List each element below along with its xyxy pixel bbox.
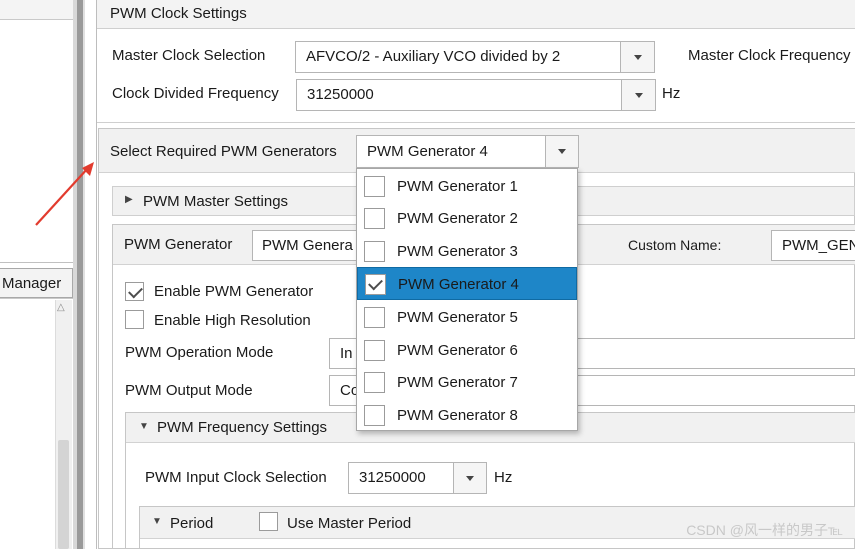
option-checkbox[interactable] (364, 176, 385, 197)
option-checkbox[interactable] (364, 208, 385, 229)
input-clock-value: 31250000 (359, 469, 426, 486)
option-label: PWM Generator 3 (397, 243, 518, 260)
custom-name-label: Custom Name: (628, 237, 722, 253)
input-clock-label: PWM Input Clock Selection (145, 469, 327, 486)
watermark: CSDN @风一样的男子℡ (686, 522, 843, 538)
chevron-down-icon (634, 55, 642, 60)
dropdown-option[interactable]: PWM Generator 3 (357, 235, 577, 268)
enable-generator-label: Enable PWM Generator (154, 283, 314, 300)
dropdown-option[interactable]: PWM Generator 5 (357, 301, 577, 334)
custom-name-input[interactable]: PWM_GEN (771, 230, 855, 261)
chevron-right-icon: ▶ (125, 194, 133, 205)
clock-group-bottom-border (97, 122, 855, 123)
generator-value: PWM Genera (262, 237, 353, 254)
select-generators-label: Select Required PWM Generators (110, 143, 337, 160)
option-label: PWM Generator 2 (397, 210, 518, 227)
custom-name-value: PWM_GEN (782, 237, 855, 254)
dropdown-option[interactable]: PWM Generator 7 (357, 366, 577, 399)
master-clock-combo[interactable]: AFVCO/2 - Auxiliary VCO divided by 2 (295, 41, 655, 73)
option-label: PWM Generator 1 (397, 178, 518, 195)
dropdown-option[interactable]: PWM Generator 2 (357, 202, 577, 235)
input-clock-dropdown-button[interactable] (453, 463, 486, 493)
generators-dropdown-list: PWM Generator 1 PWM Generator 2 PWM Genera… (356, 168, 578, 431)
option-checkbox[interactable] (364, 307, 385, 328)
option-label: PWM Generator 6 (397, 342, 518, 359)
checkmark-icon (368, 275, 383, 291)
select-generators-dropdown-button[interactable] (545, 136, 578, 167)
option-checkbox[interactable] (364, 241, 385, 262)
checkmark-icon (128, 283, 143, 299)
option-label: PWM Generator 5 (397, 309, 518, 326)
manager-tab[interactable]: Manager (0, 268, 73, 298)
master-clock-value: AFVCO/2 - Auxiliary VCO divided by 2 (306, 48, 561, 65)
generator-combo[interactable]: PWM Genera (252, 230, 362, 261)
option-checkbox[interactable] (364, 405, 385, 426)
use-master-period-label: Use Master Period (287, 515, 412, 532)
option-label: PWM Generator 7 (397, 374, 518, 391)
option-checkbox[interactable] (365, 274, 386, 295)
arrow-shaft (35, 167, 89, 226)
generator-label: PWM Generator (124, 236, 233, 253)
manager-tab-label: Manager (2, 275, 62, 292)
input-clock-unit: Hz (494, 469, 513, 486)
enable-generator-checkbox[interactable] (125, 282, 144, 301)
option-checkbox[interactable] (364, 340, 385, 361)
chevron-down-icon (635, 93, 643, 98)
frequency-settings-title: PWM Frequency Settings (157, 419, 328, 436)
clock-divided-label: Clock Divided Frequency (112, 85, 279, 102)
clock-settings-title: PWM Clock Settings (110, 5, 247, 22)
option-label: PWM Generator 8 (397, 407, 518, 424)
output-mode-label: PWM Output Mode (125, 382, 253, 399)
left-top-scrollbar[interactable] (0, 0, 73, 20)
clock-divided-combo[interactable]: 31250000 (296, 79, 656, 111)
dropdown-option[interactable]: PWM Generator 8 (357, 399, 577, 432)
input-clock-combo[interactable]: 31250000 (348, 462, 487, 494)
period-title: Period (170, 515, 214, 532)
master-settings-title: PWM Master Settings (143, 193, 289, 210)
clock-settings-header: PWM Clock Settings (97, 0, 855, 29)
enable-high-res-label: Enable High Resolution (154, 312, 311, 329)
use-master-period-checkbox[interactable] (259, 512, 278, 531)
chevron-down-icon: ▼ (152, 516, 162, 527)
dropdown-option[interactable]: PWM Generator 6 (357, 334, 577, 367)
clock-divided-unit: Hz (662, 85, 681, 102)
chevron-down-icon: ▼ (139, 421, 149, 432)
option-checkbox[interactable] (364, 372, 385, 393)
left-divider (0, 262, 73, 263)
splitter-edge-right (83, 0, 85, 549)
dropdown-option[interactable]: PWM Generator 1 (357, 170, 577, 203)
master-clock-label: Master Clock Selection (112, 47, 266, 64)
select-generators-combo[interactable]: PWM Generator 4 (356, 135, 579, 168)
red-arrow-annotation (35, 162, 94, 226)
scrollbar-thumb[interactable] (58, 440, 69, 549)
select-generators-value: PWM Generator 4 (367, 143, 488, 160)
enable-high-res-checkbox[interactable] (125, 310, 144, 329)
chevron-down-icon (466, 476, 474, 481)
master-clock-dropdown-button[interactable] (620, 42, 654, 72)
scroll-up-arrow-icon[interactable]: △ (57, 302, 65, 313)
dropdown-option[interactable]: PWM Generator 4 (357, 267, 577, 300)
master-clock-frequency-label: Master Clock Frequency (688, 47, 851, 64)
clock-divided-value: 31250000 (307, 86, 374, 103)
operation-mode-label: PWM Operation Mode (125, 344, 274, 361)
clock-divided-dropdown-button[interactable] (621, 80, 655, 110)
operation-mode-value: In (340, 345, 353, 362)
option-label: PWM Generator 4 (398, 276, 519, 293)
chevron-down-icon (558, 149, 566, 154)
